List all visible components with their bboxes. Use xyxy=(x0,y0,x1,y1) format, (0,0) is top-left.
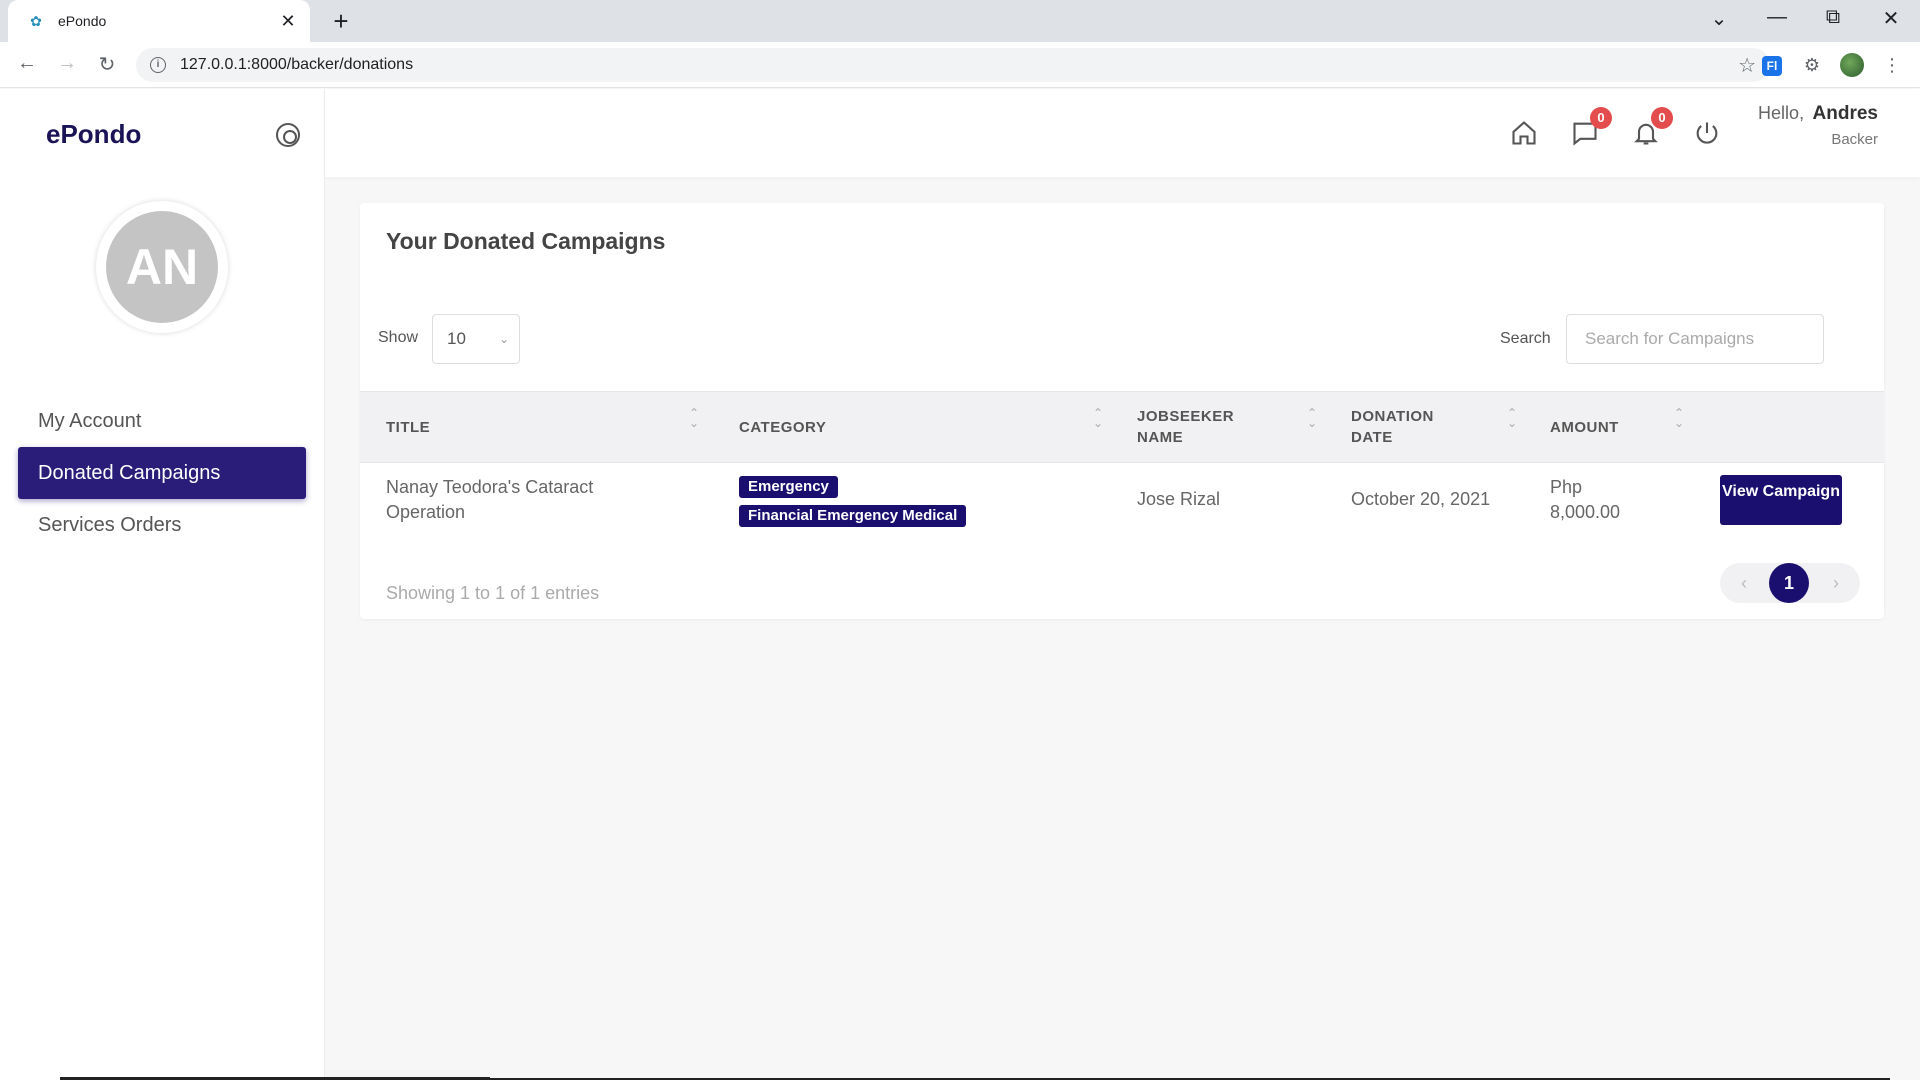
messages-icon[interactable]: 0 xyxy=(1570,107,1612,149)
show-label: Show xyxy=(378,329,419,346)
column-amount[interactable]: AMOUNT xyxy=(1550,417,1619,438)
column-donation-date[interactable]: DONATION DATE xyxy=(1351,406,1471,448)
chevron-down-icon: ⌄ xyxy=(498,332,509,346)
omnibox[interactable]: i 127.0.0.1:8000/backer/donations ☆ xyxy=(136,48,1770,82)
url-text[interactable]: 127.0.0.1:8000/backer/donations xyxy=(180,56,1738,74)
extensions-puzzle-icon[interactable]: ⚙ xyxy=(1800,53,1824,77)
view-campaign-button[interactable]: View Campaign xyxy=(1720,475,1842,525)
favicon-icon: ✿ xyxy=(30,13,42,29)
reload-icon[interactable]: ↻ xyxy=(94,52,120,77)
home-icon[interactable] xyxy=(1509,119,1539,149)
donation-date: October 20, 2021 xyxy=(1351,489,1491,509)
top-bar: 0 0 Hello, Andres Backer xyxy=(325,89,1920,177)
category-tag: Emergency xyxy=(739,476,838,498)
forward-icon[interactable]: → xyxy=(54,52,80,75)
sidebar-item-services-orders[interactable]: Services Orders xyxy=(18,499,306,551)
avatar: AN xyxy=(96,201,228,333)
notifications-icon[interactable]: 0 xyxy=(1631,107,1673,149)
power-icon[interactable] xyxy=(1692,119,1722,149)
user-greeting: Hello, Andres Backer xyxy=(1758,103,1878,148)
notifications-badge: 0 xyxy=(1651,107,1673,129)
category-tag: Financial Emergency Medical xyxy=(739,505,967,527)
profile-avatar-icon[interactable] xyxy=(1840,53,1864,77)
address-bar: ← → ↻ i 127.0.0.1:8000/backer/donations … xyxy=(0,42,1920,88)
restore-icon[interactable]: ⧉ xyxy=(1818,6,1848,29)
avatar-initials: AN xyxy=(106,211,218,323)
table-row: Nanay Teodora's Cataract Operation Emerg… xyxy=(360,463,1884,543)
sidebar-item-my-account[interactable]: My Account xyxy=(18,395,306,447)
browser-tab[interactable]: ✿ ePondo ✕ xyxy=(8,0,310,42)
user-name: Andres xyxy=(1812,103,1878,124)
previous-page-icon[interactable]: ‹ xyxy=(1724,563,1764,603)
search-label: Search xyxy=(1500,330,1551,347)
extension-fl-icon[interactable]: Fl xyxy=(1762,56,1782,76)
sidebar-toggle-icon[interactable] xyxy=(276,123,300,147)
sort-icon[interactable]: ⌃ ⌄ xyxy=(1672,407,1686,429)
campaign-title: Nanay Teodora's Cataract Operation xyxy=(386,477,594,522)
sidebar: ePondo AN My Account Donated Campaigns S… xyxy=(0,89,325,1080)
column-jobseeker-name[interactable]: JOBSEEKER NAME xyxy=(1137,406,1257,448)
sort-icon[interactable]: ⌃ ⌄ xyxy=(1505,407,1519,429)
jobseeker-name: Jose Rizal xyxy=(1137,489,1221,509)
column-title[interactable]: TITLE xyxy=(386,417,430,438)
next-page-icon[interactable]: › xyxy=(1816,563,1856,603)
sidebar-item-donated-campaigns[interactable]: Donated Campaigns xyxy=(18,447,306,499)
sidebar-menu: My Account Donated Campaigns Services Or… xyxy=(18,395,306,551)
pagination: ‹ 1 › xyxy=(1720,563,1860,603)
browser-tab-bar: ✿ ePondo ✕ + ⌄ — ⧉ ✕ xyxy=(0,0,1920,42)
greeting-text: Hello, xyxy=(1758,103,1805,123)
close-window-icon[interactable]: ✕ xyxy=(1876,6,1906,31)
page-title: Your Donated Campaigns xyxy=(386,228,666,254)
site-info-icon[interactable]: i xyxy=(150,57,166,73)
new-tab-icon[interactable]: + xyxy=(326,6,356,37)
category-tags: Emergency Financial Emergency Medical xyxy=(739,473,1039,531)
table-header: TITLE ⌃ ⌄ CATEGORY ⌃ ⌄ JOBSEEKER NAME ⌃ ⌄ D… xyxy=(360,391,1884,463)
sort-icon[interactable]: ⌃ ⌄ xyxy=(687,407,701,429)
sort-icon[interactable]: ⌃ ⌄ xyxy=(1305,407,1319,429)
minimize-icon[interactable]: — xyxy=(1762,6,1792,29)
tab-title: ePondo xyxy=(58,13,107,29)
brand-logo[interactable]: ePondo xyxy=(46,119,141,150)
app: ePondo AN My Account Donated Campaigns S… xyxy=(0,89,1920,1080)
browser-menu-icon[interactable]: ⋮ xyxy=(1880,53,1904,77)
search-input[interactable] xyxy=(1566,314,1824,364)
bookmark-star-icon[interactable]: ☆ xyxy=(1738,53,1756,78)
table-info: Showing 1 to 1 of 1 entries xyxy=(386,583,600,603)
tab-search-icon[interactable]: ⌄ xyxy=(1704,6,1734,31)
page-1-button[interactable]: 1 xyxy=(1769,563,1809,603)
entries-per-page-value: 10 xyxy=(447,329,466,348)
entries-per-page-select[interactable]: 10 ⌄ xyxy=(432,314,520,364)
user-role: Backer xyxy=(1831,131,1878,148)
messages-badge: 0 xyxy=(1590,107,1612,129)
sort-icon[interactable]: ⌃ ⌄ xyxy=(1091,407,1105,429)
close-tab-icon[interactable]: ✕ xyxy=(278,11,298,32)
donations-card: Your Donated Campaigns Show 10 ⌄ Search … xyxy=(360,203,1884,619)
back-icon[interactable]: ← xyxy=(14,52,40,75)
column-category[interactable]: CATEGORY xyxy=(739,417,826,438)
donation-amount: Php 8,000.00 xyxy=(1550,477,1621,522)
